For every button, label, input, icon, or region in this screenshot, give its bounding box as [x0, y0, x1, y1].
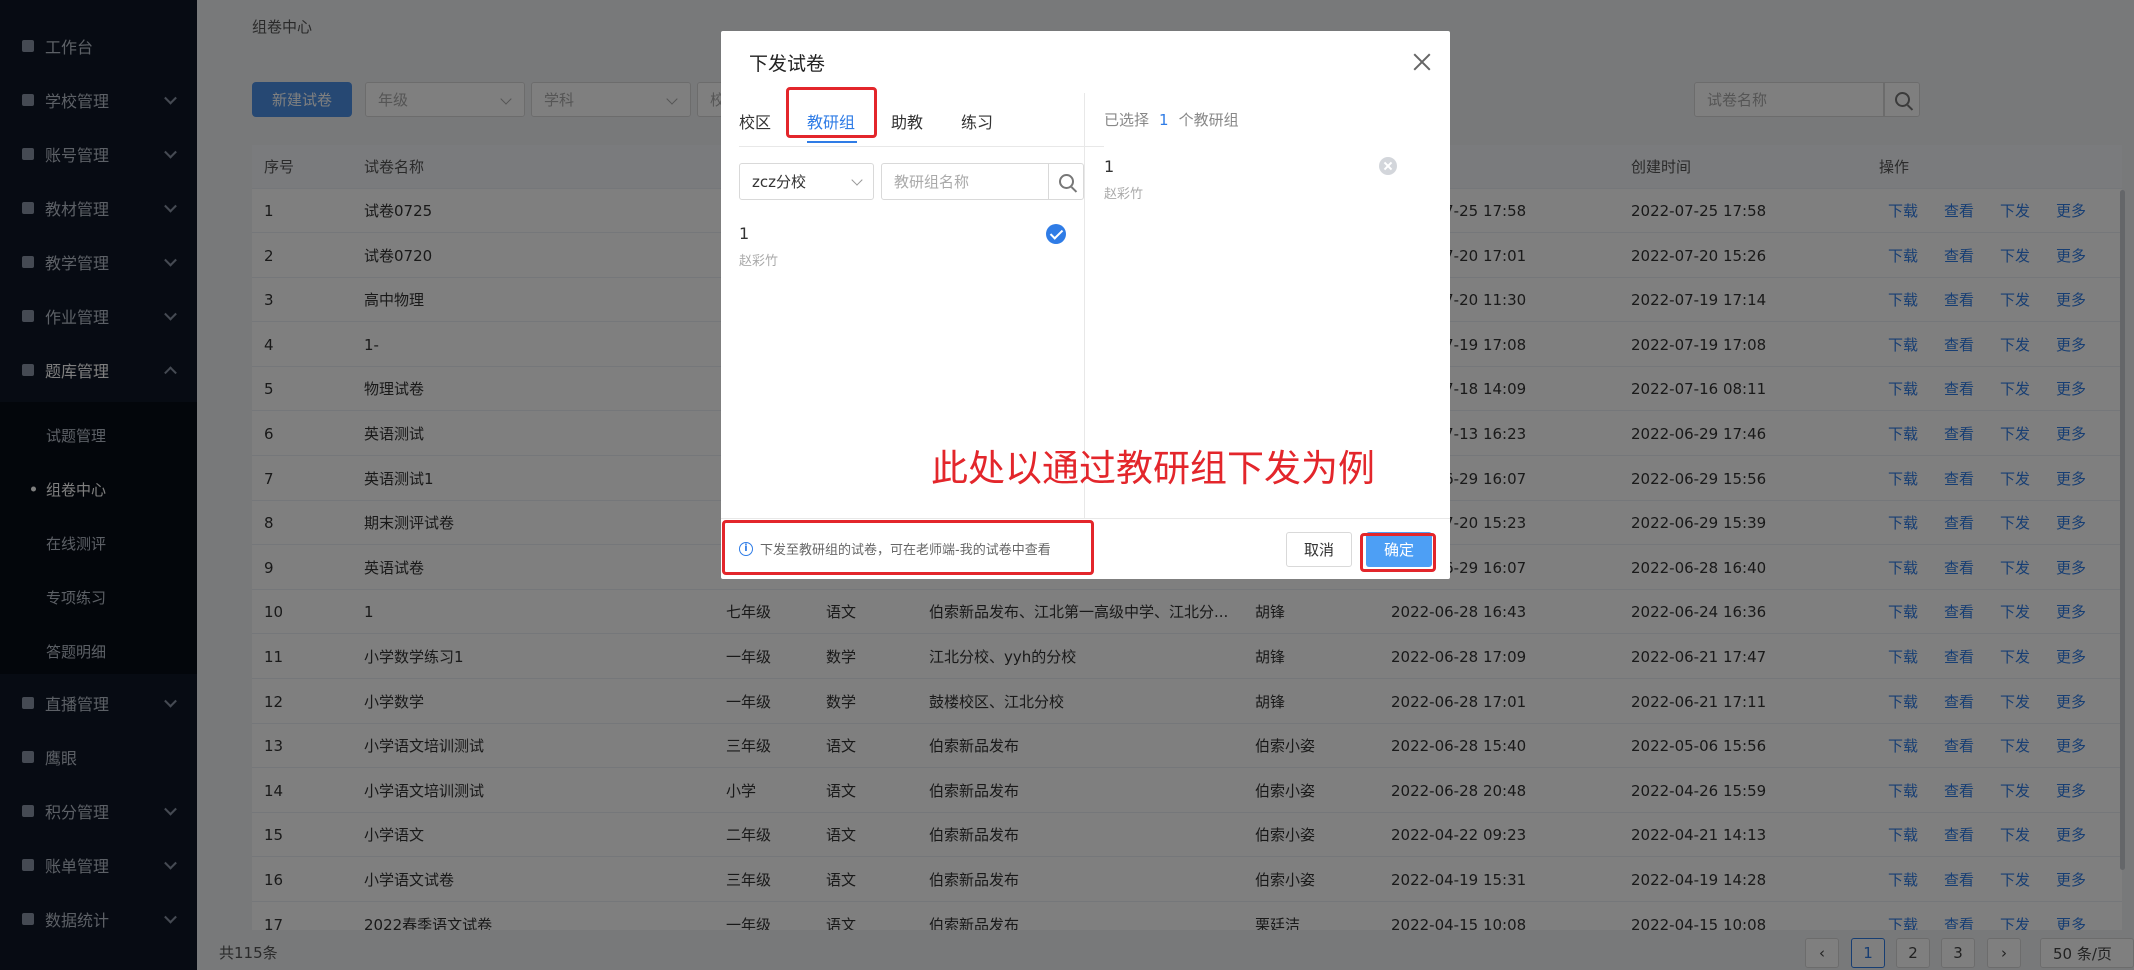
modal-backdrop[interactable]: 下发试卷 校区 教研组 助教 练习 zcz分校 教研组名称 1 赵彩竹 已选择 1… — [0, 0, 2134, 970]
highlight-box-tab — [786, 87, 877, 138]
dialog-title: 下发试卷 — [749, 53, 826, 75]
remove-circle-icon[interactable] — [1379, 157, 1397, 175]
cancel-button[interactable]: 取消 — [1286, 532, 1352, 567]
group-search-input[interactable]: 教研组名称 — [881, 163, 1049, 200]
selected-count: 1 — [1159, 111, 1169, 129]
branch-select[interactable]: zcz分校 — [739, 163, 874, 200]
selected-item-owner: 赵彩竹 — [1104, 187, 1144, 202]
branch-select-value: zcz分校 — [752, 173, 806, 191]
selected-prefix: 已选择 — [1104, 111, 1150, 129]
highlight-box-tip — [722, 520, 1094, 575]
selected-item-name: 1 — [1104, 157, 1115, 176]
search-icon — [1059, 174, 1074, 189]
active-tab-indicator — [807, 141, 857, 143]
tab-assistant[interactable]: 助教 — [891, 109, 923, 133]
highlight-box-confirm — [1360, 533, 1436, 572]
check-circle-icon[interactable] — [1046, 224, 1066, 244]
footer-divider — [721, 518, 1450, 519]
distribute-paper-dialog: 下发试卷 校区 教研组 助教 练习 zcz分校 教研组名称 1 赵彩竹 已选择 1… — [721, 31, 1450, 579]
chevron-down-icon — [851, 174, 863, 186]
tabs-divider — [739, 146, 1104, 147]
selected-summary: 已选择 1 个教研组 — [1104, 109, 1239, 130]
tab-practice[interactable]: 练习 — [961, 109, 993, 133]
group-search-button[interactable] — [1048, 163, 1084, 200]
tab-campus[interactable]: 校区 — [739, 109, 771, 133]
group-item-owner: 赵彩竹 — [739, 254, 779, 269]
close-icon[interactable] — [1411, 51, 1433, 73]
annotation-text: 此处以通过教研组下发为例 — [931, 447, 1375, 490]
group-item-name[interactable]: 1 — [739, 224, 749, 243]
selected-suffix: 个教研组 — [1178, 111, 1239, 129]
